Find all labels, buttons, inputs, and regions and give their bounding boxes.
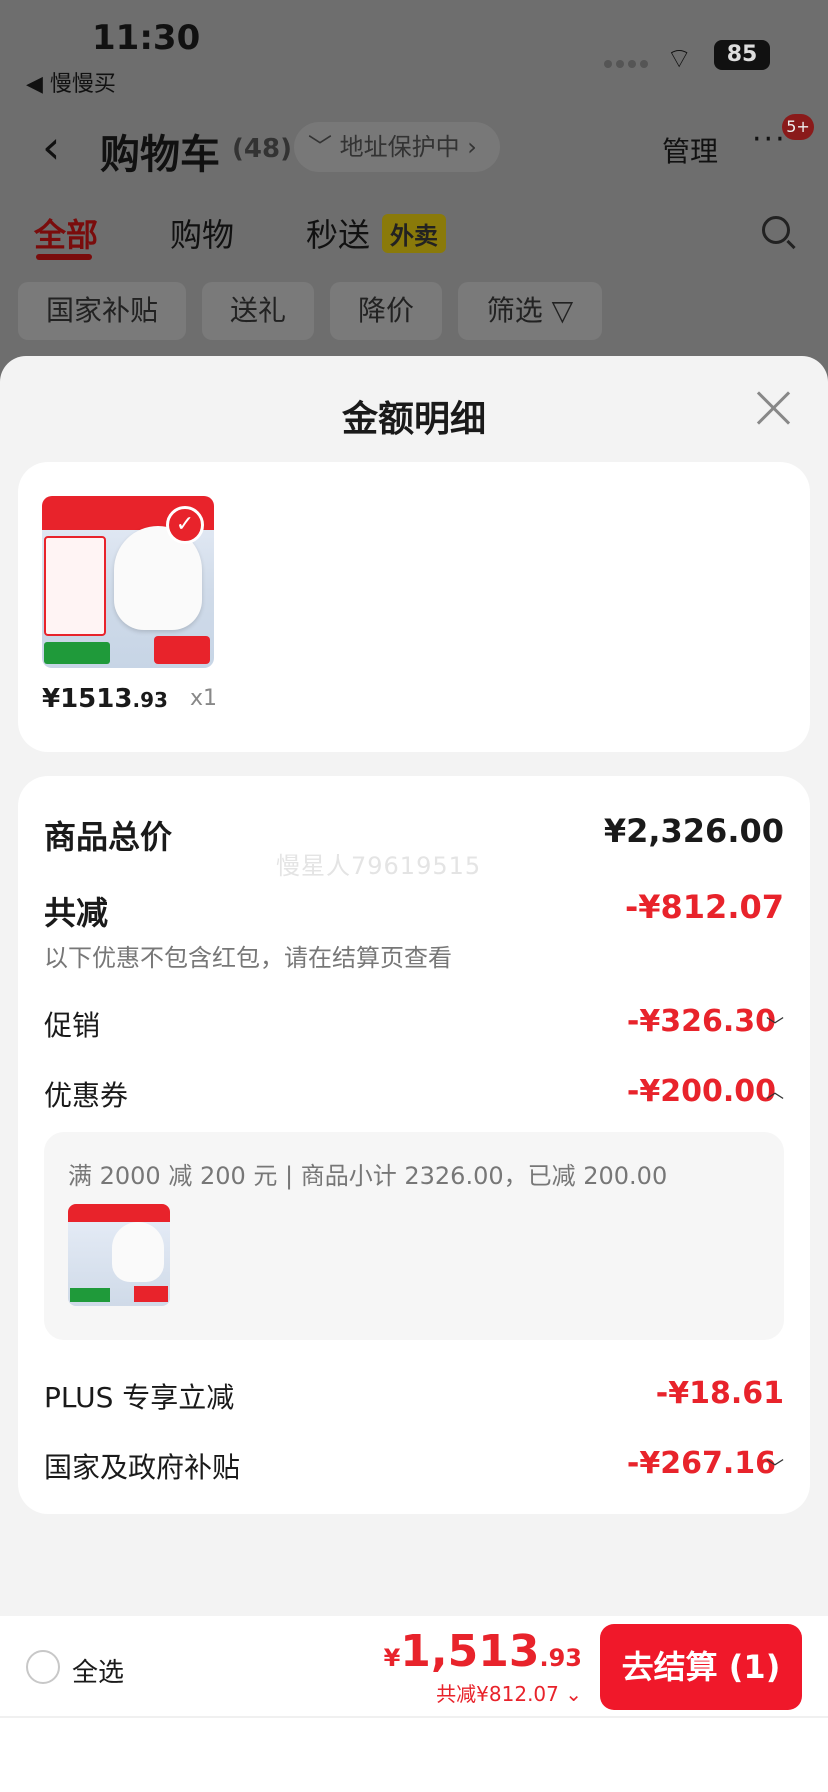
chevron-down-icon[interactable]: ﹀: [766, 1454, 784, 1480]
active-tab-indicator: [36, 254, 92, 260]
coupon-value[interactable]: -¥200.00: [627, 1074, 776, 1109]
cart-count: (48): [232, 134, 292, 164]
back-to-app-link[interactable]: ◀ 慢慢买: [26, 66, 116, 98]
address-protection-pill[interactable]: ﹀ 地址保护中 ›: [294, 122, 500, 172]
chip-national-subsidy[interactable]: 国家补贴: [18, 282, 186, 340]
tab-all[interactable]: 全部: [34, 210, 98, 256]
search-icon[interactable]: [762, 216, 790, 244]
notification-badge: 5+: [782, 114, 814, 140]
chevron-up-icon[interactable]: ︿: [766, 1078, 784, 1104]
coupon-product-thumbnail: [68, 1204, 170, 1306]
promotion-value[interactable]: -¥326.30: [627, 1004, 776, 1039]
total-price: ¥1,513.93: [384, 1626, 582, 1677]
page-title: 购物车: [100, 132, 220, 178]
select-all-label[interactable]: 全选: [72, 1652, 124, 1689]
plus-discount-label: PLUS 专享立减: [44, 1381, 235, 1414]
total-dec: .93: [539, 1644, 582, 1672]
chevron-down-icon[interactable]: ﹀: [766, 1012, 784, 1038]
checkmark-icon: ✓: [166, 506, 204, 544]
divider: [0, 1716, 828, 1718]
item-price-int: ¥1513: [42, 684, 133, 714]
total-yen: ¥: [383, 1644, 401, 1672]
item-price: ¥1513.93: [42, 684, 168, 714]
tab-instant-delivery[interactable]: 秒送: [306, 210, 370, 256]
status-time: 11:30: [92, 18, 201, 58]
checkout-button[interactable]: 去结算 (1): [600, 1624, 802, 1710]
watermark: 慢星人79619515: [276, 852, 482, 880]
tab-shopping[interactable]: 购物: [170, 210, 234, 256]
item-price-dec: .93: [132, 688, 168, 712]
takeout-tag: 外卖: [382, 214, 446, 253]
reduction-note: 以下优惠不包含红包，请在结算页查看: [44, 944, 452, 972]
promotion-label[interactable]: 促销: [44, 1004, 100, 1044]
chip-price-drop[interactable]: 降价: [330, 282, 442, 340]
chip-filter[interactable]: 筛选 ▽: [458, 282, 602, 340]
chip-gift[interactable]: 送礼: [202, 282, 314, 340]
coupon-detail-text: 满 2000 减 200 元 | 商品小计 2326.00，已减 200.00: [68, 1162, 668, 1190]
close-icon[interactable]: [752, 386, 796, 430]
goods-total-value: ¥2,326.00: [603, 812, 784, 850]
saved-amount[interactable]: 共减¥812.07 ⌄: [436, 1678, 582, 1707]
plus-discount-value: -¥18.61: [655, 1376, 784, 1411]
select-all-radio[interactable]: [26, 1650, 60, 1684]
manage-button[interactable]: 管理: [662, 130, 718, 170]
cellular-signal-icon: [604, 60, 648, 68]
goods-total-label: 商品总价: [44, 818, 173, 856]
back-chevron-icon[interactable]: ‹: [42, 120, 60, 174]
coupon-label[interactable]: 优惠券: [44, 1074, 128, 1114]
total-int: 1,513: [400, 1626, 540, 1677]
gov-subsidy-value[interactable]: -¥267.16: [627, 1446, 776, 1481]
battery-icon: 85: [714, 40, 770, 70]
total-reduction-label: 共减: [44, 894, 109, 932]
sheet-title: 金额明细: [341, 399, 486, 440]
total-reduction-value: -¥812.07: [624, 888, 784, 926]
gov-subsidy-label[interactable]: 国家及政府补贴: [44, 1446, 240, 1486]
item-quantity: x1: [190, 686, 218, 711]
wifi-icon: ⌔: [666, 42, 693, 75]
